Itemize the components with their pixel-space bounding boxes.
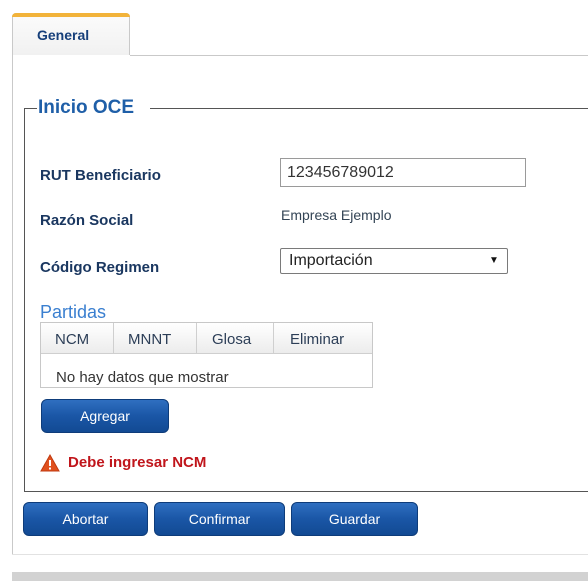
add-button[interactable]: Agregar xyxy=(41,399,169,433)
fieldset-border-left xyxy=(24,108,25,492)
abort-button[interactable]: Abortar xyxy=(23,502,148,536)
column-header-eliminar[interactable]: Eliminar xyxy=(290,331,344,348)
column-separator xyxy=(273,323,274,354)
partidas-title: Partidas xyxy=(40,302,107,322)
tab-general-label[interactable]: General xyxy=(37,27,89,43)
razon-social-label: Razón Social xyxy=(40,212,134,229)
chevron-down-icon[interactable]: ▼ xyxy=(489,255,499,266)
panel-border-bottom xyxy=(12,554,588,555)
codigo-regimen-label: Código Regimen xyxy=(40,259,160,276)
fieldset-border-bottom xyxy=(24,491,588,492)
rut-label: RUT Beneficiario xyxy=(40,167,161,184)
panel-border-top xyxy=(130,55,588,56)
warning-icon xyxy=(40,454,60,472)
error-message: Debe ingresar NCM xyxy=(68,454,207,471)
section-legend: Inicio OCE xyxy=(37,97,136,119)
razon-social-value: Empresa Ejemplo xyxy=(281,207,392,223)
fieldset-border-top xyxy=(24,108,37,109)
panel-border-left xyxy=(12,55,13,555)
bottom-bar xyxy=(12,572,588,581)
column-header-ncm[interactable]: NCM xyxy=(55,331,89,348)
column-header-mnnt[interactable]: MNNT xyxy=(128,331,171,348)
table-empty-message: No hay datos que mostrar xyxy=(56,369,229,386)
rut-input[interactable] xyxy=(280,158,526,187)
column-separator xyxy=(196,323,197,354)
fieldset-border-top xyxy=(150,108,588,109)
codigo-regimen-value[interactable]: Importación xyxy=(289,252,373,270)
confirm-button[interactable]: Confirmar xyxy=(154,502,285,536)
save-button[interactable]: Guardar xyxy=(291,502,418,536)
column-separator xyxy=(113,323,114,354)
column-header-glosa[interactable]: Glosa xyxy=(212,331,251,348)
